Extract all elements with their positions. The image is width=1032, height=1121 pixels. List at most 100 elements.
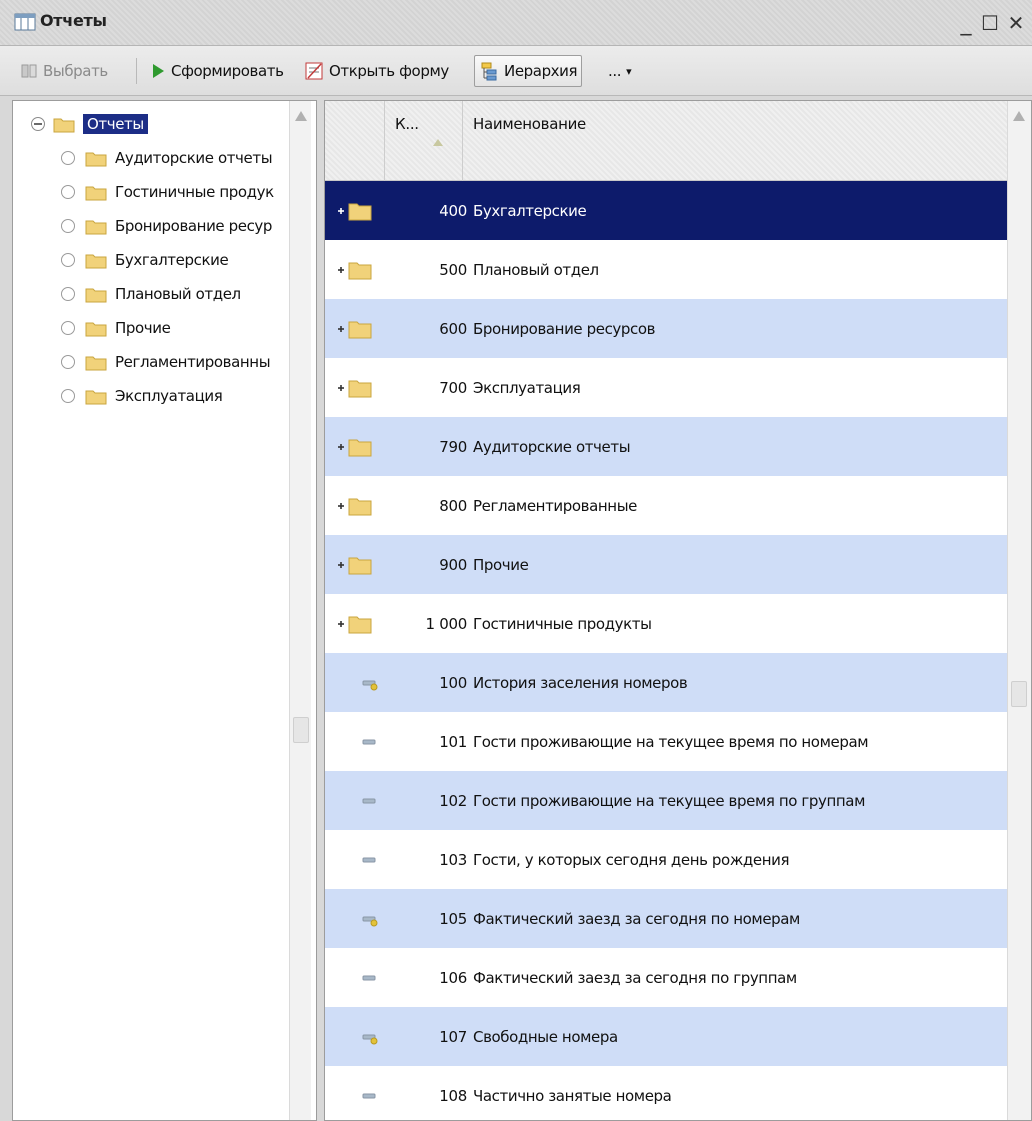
- expandable-folder-icon[interactable]: [335, 436, 379, 458]
- row-name: Фактический заезд за сегодня по номерам: [473, 909, 800, 928]
- scroll-up-icon[interactable]: [1013, 111, 1025, 121]
- report-row[interactable]: 101 Гости проживающие на текущее время по…: [325, 712, 1007, 771]
- row-name: Гости проживающие на текущее время по гр…: [473, 791, 866, 810]
- tree-item[interactable]: Бронирование ресур: [61, 213, 272, 239]
- tree-node-icon: [61, 253, 75, 267]
- report-row[interactable]: 100 История заселения номеров: [325, 653, 1007, 712]
- expandable-folder-icon[interactable]: [335, 613, 379, 635]
- tree-item-label: Прочие: [115, 319, 171, 337]
- row-code: 400: [439, 201, 467, 220]
- report-icon: [362, 739, 376, 745]
- report-row[interactable]: 107 Свободные номера: [325, 1007, 1007, 1066]
- row-name: Фактический заезд за сегодня по группам: [473, 968, 797, 987]
- tree-root[interactable]: Отчеты: [31, 111, 148, 137]
- folder-icon: [85, 390, 107, 404]
- report-icon: [362, 975, 376, 981]
- scroll-thumb[interactable]: [293, 717, 309, 743]
- folder-icon: [85, 152, 107, 166]
- expandable-folder-icon[interactable]: [335, 377, 379, 399]
- report-row[interactable]: 106 Фактический заезд за сегодня по групп…: [325, 948, 1007, 1007]
- folder-row[interactable]: 400 Бухгалтерские: [325, 181, 1007, 240]
- expandable-folder-icon[interactable]: [335, 554, 379, 576]
- tree-item-label: Гостиничные продук: [115, 183, 274, 201]
- expandable-folder-icon[interactable]: [335, 495, 379, 517]
- close-button[interactable]: ✕: [1002, 8, 1030, 38]
- tree-item[interactable]: Регламентированны: [61, 349, 271, 375]
- scroll-up-icon[interactable]: [295, 111, 307, 121]
- select-button[interactable]: Выбрать: [16, 55, 112, 87]
- folder-tree[interactable]: Отчеты Аудиторские отчеты Гостиничные про…: [12, 100, 317, 1121]
- code-column-header[interactable]: К...: [385, 101, 463, 181]
- name-column-header[interactable]: Наименование: [463, 101, 1007, 181]
- folder-row[interactable]: 800 Регламентированные: [325, 476, 1007, 535]
- toolbar: Выбрать Сформировать Открыть форму Иерар…: [0, 46, 1032, 96]
- grid-scrollbar[interactable]: [1007, 101, 1031, 1120]
- row-code: 106: [439, 968, 467, 987]
- report-row[interactable]: 102 Гости проживающие на текущее время по…: [325, 771, 1007, 830]
- folder-row[interactable]: 790 Аудиторские отчеты: [325, 417, 1007, 476]
- row-code: 107: [439, 1027, 467, 1046]
- row-name: Гости, у которых сегодня день рождения: [473, 850, 790, 869]
- tree-node-icon: [61, 185, 75, 199]
- report-row[interactable]: 103 Гости, у которых сегодня день рождени…: [325, 830, 1007, 889]
- row-code: 100: [439, 673, 467, 692]
- more-label: ...: [608, 62, 622, 80]
- tree-item[interactable]: Бухгалтерские: [61, 247, 229, 273]
- row-code: 800: [439, 496, 467, 515]
- report-marked-icon: [362, 680, 378, 691]
- folder-row[interactable]: 700 Эксплуатация: [325, 358, 1007, 417]
- report-row[interactable]: 105 Фактический заезд за сегодня по номер…: [325, 889, 1007, 948]
- row-name: История заселения номеров: [473, 673, 688, 692]
- generate-label: Сформировать: [171, 62, 284, 80]
- row-code: 500: [439, 260, 467, 279]
- row-name: Бронирование ресурсов: [473, 319, 656, 338]
- report-icon: [362, 1093, 376, 1099]
- row-name: Прочие: [473, 555, 529, 574]
- folder-icon: [85, 288, 107, 302]
- folder-icon: [85, 322, 107, 336]
- hierarchy-icon: [481, 62, 497, 81]
- report-row[interactable]: 108 Частично занятые номера: [325, 1066, 1007, 1121]
- tree-item[interactable]: Эксплуатация: [61, 383, 223, 409]
- row-code: 600: [439, 319, 467, 338]
- tree-item[interactable]: Гостиничные продук: [61, 179, 274, 205]
- collapse-icon[interactable]: [31, 117, 45, 131]
- folder-row[interactable]: 900 Прочие: [325, 535, 1007, 594]
- folder-icon: [85, 220, 107, 234]
- scroll-thumb[interactable]: [1011, 681, 1027, 707]
- row-code: 700: [439, 378, 467, 397]
- row-name: Гости проживающие на текущее время по но…: [473, 732, 869, 751]
- generate-button[interactable]: Сформировать: [146, 55, 288, 87]
- reports-grid: К... Наименование 400 Бухгалтерские 500 Пла…: [324, 100, 1032, 1121]
- more-actions-button[interactable]: ... ▾: [604, 55, 635, 87]
- maximize-button[interactable]: ☐: [976, 8, 1004, 38]
- folder-row[interactable]: 500 Плановый отдел: [325, 240, 1007, 299]
- row-code: 108: [439, 1086, 467, 1105]
- chevron-down-icon: ▾: [626, 64, 632, 78]
- row-name: Регламентированные: [473, 496, 637, 515]
- expandable-folder-icon[interactable]: [335, 318, 379, 340]
- tree-item[interactable]: Прочие: [61, 315, 171, 341]
- name-column-label: Наименование: [473, 115, 586, 133]
- hierarchy-button[interactable]: Иерархия: [474, 55, 583, 87]
- expandable-folder-icon[interactable]: [335, 200, 379, 222]
- tree-item[interactable]: Аудиторские отчеты: [61, 145, 273, 171]
- folder-icon: [85, 254, 107, 268]
- icon-column-header[interactable]: [325, 101, 385, 181]
- row-name: Аудиторские отчеты: [473, 437, 631, 456]
- open-form-button[interactable]: Открыть форму: [300, 55, 453, 87]
- tree-node-icon: [61, 151, 75, 165]
- expandable-folder-icon[interactable]: [335, 259, 379, 281]
- tree-scrollbar[interactable]: [289, 101, 311, 1120]
- tree-item[interactable]: Плановый отдел: [61, 281, 241, 307]
- tree-item-label: Эксплуатация: [115, 387, 223, 405]
- hierarchy-label: Иерархия: [504, 62, 578, 80]
- row-name: Гостиничные продукты: [473, 614, 652, 633]
- toolbar-divider: [136, 58, 137, 84]
- reports-window: Отчеты _ ☐ ✕ Выбрать Сформировать Открыт…: [0, 0, 1032, 1121]
- folder-row[interactable]: 1 000 Гостиничные продукты: [325, 594, 1007, 653]
- folder-icon: [85, 356, 107, 370]
- row-name: Плановый отдел: [473, 260, 599, 279]
- folder-row[interactable]: 600 Бронирование ресурсов: [325, 299, 1007, 358]
- tree-item-label: Бухгалтерские: [115, 251, 229, 269]
